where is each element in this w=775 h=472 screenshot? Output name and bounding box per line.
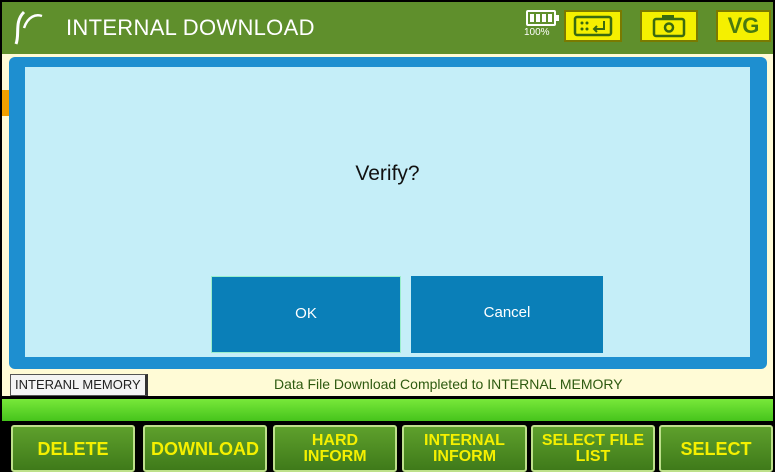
title-bar: INTERNAL DOWNLOAD 100% VG bbox=[2, 2, 773, 54]
select-button[interactable]: SELECT bbox=[659, 425, 773, 472]
camera-icon bbox=[652, 15, 686, 38]
status-message: Data File Download Completed to INTERNAL… bbox=[274, 376, 623, 392]
logo-icon bbox=[14, 10, 43, 45]
vg-button[interactable]: VG bbox=[716, 10, 771, 42]
internal-inform-button[interactable]: INTERNAL INFORM bbox=[402, 425, 527, 472]
dialog-message: Verify? bbox=[355, 162, 420, 185]
keyboard-icon bbox=[573, 15, 613, 37]
softkey-bar: DELETE DOWNLOAD HARD INFORM INTERNAL INF… bbox=[0, 425, 775, 472]
select-file-list-button[interactable]: SELECT FILE LIST bbox=[531, 425, 655, 472]
battery-indicator: 100% bbox=[524, 8, 559, 48]
battery-icon bbox=[526, 10, 559, 26]
progress-bar bbox=[2, 399, 773, 421]
dialog-body: Verify? OK Cancel bbox=[25, 67, 750, 357]
ok-button[interactable]: OK bbox=[211, 276, 401, 353]
verify-dialog: Verify? OK Cancel bbox=[9, 57, 767, 369]
cancel-button[interactable]: Cancel bbox=[411, 276, 603, 353]
progress-fill bbox=[2, 399, 773, 421]
status-row: INTERANL MEMORY Data File Download Compl… bbox=[2, 374, 773, 396]
camera-button[interactable] bbox=[640, 10, 698, 42]
app-title: INTERNAL DOWNLOAD bbox=[66, 15, 315, 40]
battery-percent: 100% bbox=[524, 27, 550, 38]
keyboard-button[interactable] bbox=[564, 10, 622, 42]
delete-button[interactable]: DELETE bbox=[11, 425, 135, 472]
memory-location-label: INTERANL MEMORY bbox=[10, 374, 148, 396]
hard-inform-button[interactable]: HARD INFORM bbox=[273, 425, 397, 472]
download-button[interactable]: DOWNLOAD bbox=[143, 425, 267, 472]
screen: INTERNAL DOWNLOAD 100% VG Verify? OK Can… bbox=[0, 0, 775, 472]
